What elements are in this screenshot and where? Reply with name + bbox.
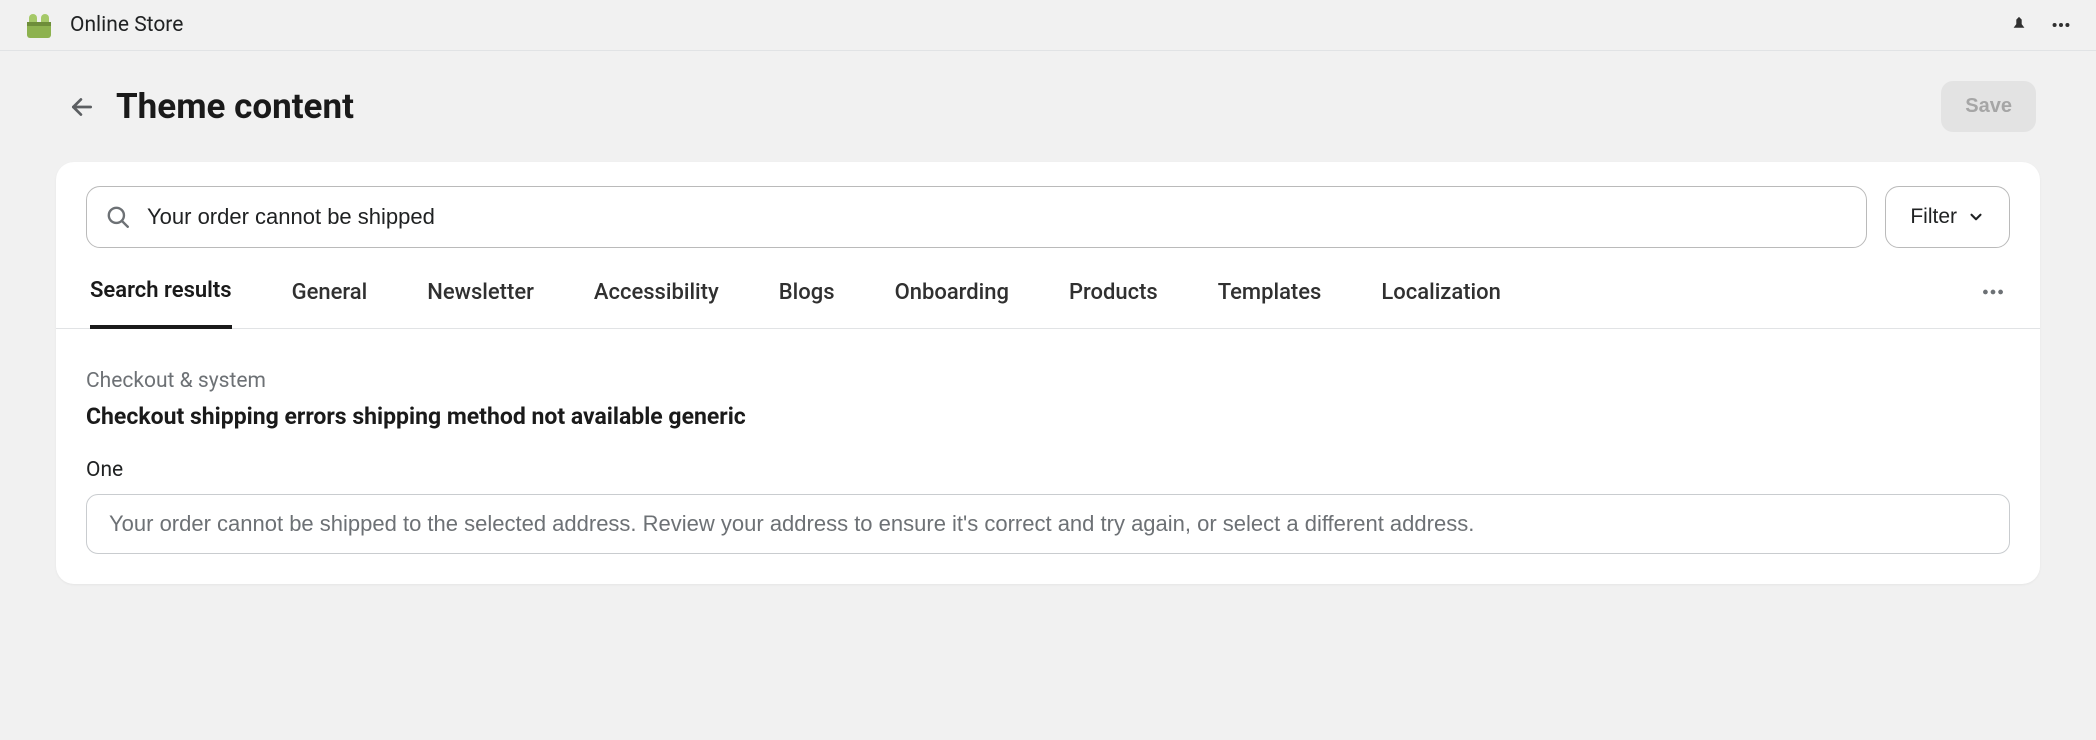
tabs-row: Search results General Newsletter Access…: [56, 248, 2040, 329]
page-title: Theme content: [116, 86, 354, 127]
chevron-down-icon: [1967, 208, 1985, 226]
field-input-one[interactable]: [86, 494, 2010, 554]
pin-icon[interactable]: [2008, 14, 2030, 36]
tab-general[interactable]: General: [292, 280, 368, 327]
more-icon[interactable]: [2050, 14, 2072, 36]
tab-accessibility[interactable]: Accessibility: [594, 280, 719, 327]
tab-localization[interactable]: Localization: [1381, 280, 1501, 327]
tab-products[interactable]: Products: [1069, 280, 1158, 327]
tab-newsletter[interactable]: Newsletter: [427, 280, 534, 327]
search-input-wrapper[interactable]: [86, 186, 1867, 248]
filter-label: Filter: [1910, 205, 1957, 229]
search-filter-row: Filter: [56, 162, 2040, 248]
top-bar-right: [2008, 14, 2072, 36]
tab-search-results[interactable]: Search results: [90, 278, 232, 329]
app-icon: [24, 10, 54, 40]
category-label: Checkout & system: [86, 369, 2010, 393]
tabs-more-icon[interactable]: [1980, 279, 2006, 327]
search-icon: [105, 204, 131, 230]
save-button[interactable]: Save: [1941, 81, 2036, 132]
main-card: Filter Search results General Newsletter…: [56, 162, 2040, 584]
back-arrow-icon[interactable]: [68, 93, 96, 121]
field-label: One: [86, 458, 2010, 482]
top-bar-left: Online Store: [24, 10, 183, 40]
page-header-left: Theme content: [68, 86, 354, 127]
search-input[interactable]: [147, 204, 1848, 230]
tab-blogs[interactable]: Blogs: [779, 280, 835, 327]
setting-title: Checkout shipping errors shipping method…: [86, 403, 2010, 430]
tab-templates[interactable]: Templates: [1218, 280, 1322, 327]
filter-button[interactable]: Filter: [1885, 186, 2010, 248]
content-section: Checkout & system Checkout shipping erro…: [56, 329, 2040, 584]
top-bar: Online Store: [0, 0, 2096, 51]
page-header: Theme content Save: [0, 51, 2096, 162]
tab-onboarding[interactable]: Onboarding: [895, 280, 1009, 327]
app-title: Online Store: [70, 13, 183, 37]
